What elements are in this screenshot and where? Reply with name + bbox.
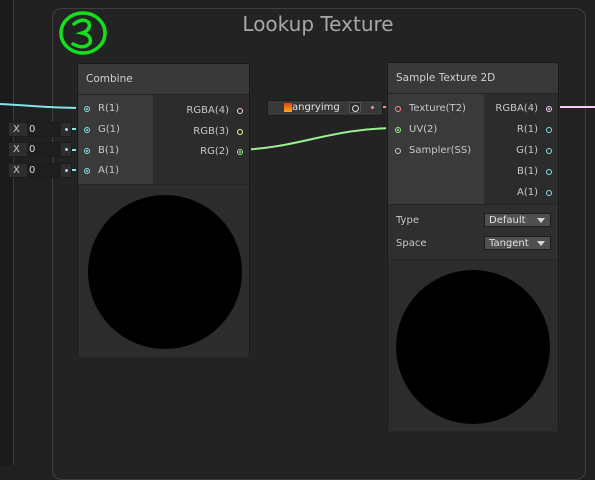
default-input-a[interactable]: 0 [27, 164, 61, 177]
combine-input-r[interactable]: R(1) [84, 102, 119, 116]
port-rgba-icon[interactable] [237, 108, 243, 114]
type-dropdown-arrow-icon [537, 218, 545, 223]
sample-input-sampler[interactable]: Sampler(SS) [395, 144, 471, 158]
port-uv-icon[interactable] [395, 127, 401, 133]
space-dropdown[interactable]: Tangent [484, 236, 551, 250]
sample-output-b[interactable]: B(1) [517, 165, 552, 179]
sample-texture-2d-node[interactable]: Sample Texture 2D Texture(T2) UV(2) Samp… [387, 62, 559, 431]
sample-output-a[interactable]: A(1) [517, 186, 552, 200]
default-port-g [65, 128, 68, 131]
port-a-icon[interactable] [84, 168, 90, 174]
sample-preview-sphere [396, 270, 550, 424]
port-sampler-icon[interactable] [395, 148, 401, 154]
sample-properties: Type Default Space Tangent [388, 204, 558, 259]
combine-preview-sphere [88, 195, 242, 349]
combine-node[interactable]: Combine R(1) G(1) B(1) A(1) RGBA(4) RGB(… [77, 63, 250, 357]
port-rgba-out-icon[interactable] [546, 106, 552, 112]
default-field-b[interactable]: X 0 [8, 142, 72, 157]
default-input-b[interactable]: 0 [27, 143, 61, 156]
port-texture-icon[interactable] [395, 106, 401, 112]
combine-node-header[interactable]: Combine [78, 64, 249, 95]
wire-r-input [0, 103, 88, 109]
sample-node-header[interactable]: Sample Texture 2D [388, 63, 558, 94]
combine-input-g[interactable]: G(1) [84, 123, 120, 137]
port-rg-icon[interactable] [237, 149, 243, 155]
combine-inputs: R(1) G(1) B(1) A(1) [78, 95, 153, 184]
combine-preview [78, 184, 249, 357]
default-port-b [65, 148, 68, 151]
texture-asset-name: angryimg [292, 102, 340, 113]
sample-output-rgba[interactable]: RGBA(4) [495, 102, 552, 116]
texture-asset-port-icon[interactable] [371, 106, 374, 109]
combine-outputs: RGBA(4) RGB(3) RG(2) [153, 95, 249, 184]
port-a-out-icon[interactable] [546, 190, 552, 196]
port-r-icon[interactable] [84, 106, 90, 112]
default-field-g[interactable]: X 0 [8, 122, 72, 137]
combine-output-rg[interactable]: RG(2) [200, 145, 243, 159]
type-dropdown[interactable]: Default [484, 213, 551, 227]
texture-asset-field[interactable]: angryimg [267, 100, 383, 116]
sample-preview [388, 259, 558, 431]
space-label: Space [396, 238, 427, 249]
sample-input-uv[interactable]: UV(2) [395, 123, 437, 137]
port-g-icon[interactable] [84, 127, 90, 133]
combine-node-title: Combine [86, 73, 133, 85]
default-input-g[interactable]: 0 [27, 123, 61, 136]
texture-thumbnail-icon [284, 103, 292, 112]
combine-input-a[interactable]: A(1) [84, 164, 119, 178]
sample-output-r[interactable]: R(1) [517, 123, 552, 137]
sample-input-texture[interactable]: Texture(T2) [395, 102, 466, 116]
port-b-out-icon[interactable] [546, 169, 552, 175]
sample-inputs: Texture(T2) UV(2) Sampler(SS) [388, 94, 484, 204]
port-r-out-icon[interactable] [546, 127, 552, 133]
object-picker-icon[interactable] [349, 102, 361, 113]
type-label: Type [396, 215, 419, 226]
port-b-icon[interactable] [84, 148, 90, 154]
sample-outputs: RGBA(4) R(1) G(1) B(1) A(1) [484, 94, 558, 204]
combine-output-rgb[interactable]: RGB(3) [193, 125, 243, 139]
combine-output-rgba[interactable]: RGBA(4) [186, 104, 243, 118]
space-dropdown-arrow-icon [537, 241, 545, 246]
combine-input-b[interactable]: B(1) [84, 144, 119, 158]
default-field-a[interactable]: X 0 [8, 163, 72, 178]
port-rgb-icon[interactable] [237, 129, 243, 135]
wire-rg-to-uv [237, 127, 399, 151]
sample-output-g[interactable]: G(1) [516, 144, 552, 158]
default-port-a [65, 169, 68, 172]
sample-node-title: Sample Texture 2D [396, 72, 496, 84]
port-g-out-icon[interactable] [546, 148, 552, 154]
